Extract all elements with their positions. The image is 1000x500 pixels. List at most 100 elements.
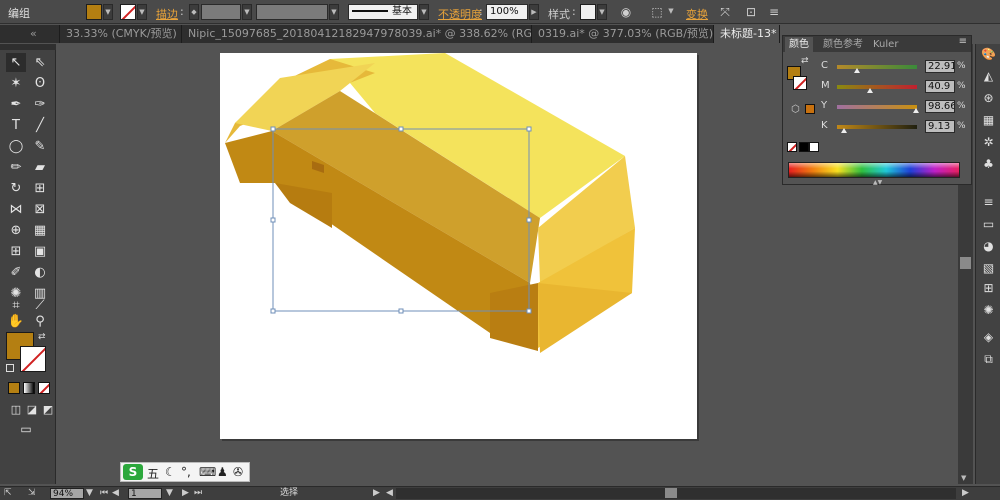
- vertical-scroll-thumb[interactable]: [960, 257, 971, 269]
- bbox-handle-e[interactable]: [526, 217, 532, 223]
- right-leg-side[interactable]: [538, 283, 632, 353]
- document-tab[interactable]: Nipic_15097685_20180412182947978039.ai* …: [182, 25, 532, 43]
- next-page-icon[interactable]: ▶: [182, 488, 189, 499]
- magenta-value-field[interactable]: 40.9: [925, 80, 955, 93]
- shape-builder-tool-icon[interactable]: ⊕: [6, 221, 26, 240]
- black-value-field[interactable]: 9.13: [925, 120, 955, 133]
- yellow-slider-thumb[interactable]: [913, 108, 919, 113]
- white-color-chip[interactable]: [809, 142, 819, 152]
- symbols-icon[interactable]: ♣: [980, 156, 997, 173]
- black-slider-thumb[interactable]: [841, 128, 847, 133]
- scroll-right-icon[interactable]: ▶: [962, 488, 969, 499]
- eraser-tool-icon[interactable]: ▰: [30, 158, 50, 177]
- none-color-chip[interactable]: [787, 142, 797, 152]
- gamut-swatch[interactable]: [805, 104, 815, 114]
- document-tab[interactable]: 0319.ai* @ 377.03% (RGB/预览)×: [532, 25, 714, 43]
- tools-panel-header[interactable]: [0, 44, 56, 50]
- magic-wand-tool-icon[interactable]: ✶: [6, 74, 26, 93]
- opacity-label[interactable]: 不透明度: [438, 6, 482, 22]
- recolor-artwork-icon[interactable]: ◉: [617, 4, 635, 20]
- ime-mode-label[interactable]: 五: [147, 465, 159, 482]
- color-panel-icon[interactable]: 🎨: [980, 46, 997, 63]
- draw-inside-icon[interactable]: ◩: [38, 400, 58, 419]
- half-width-icon[interactable]: ☾: [165, 465, 176, 479]
- page-dropdown[interactable]: ▼: [166, 488, 173, 499]
- eyedropper-tool-icon[interactable]: ✐: [6, 263, 26, 282]
- transform-label[interactable]: 变换: [686, 6, 708, 22]
- paintbrush-tool-icon[interactable]: ✎: [30, 137, 50, 156]
- transform-each-icon[interactable]: ⊡: [742, 4, 760, 20]
- color-guide-icon[interactable]: ◭: [980, 68, 997, 85]
- keyboard-icon[interactable]: ⌨: [199, 465, 216, 479]
- pencil-tool-icon[interactable]: ✏: [6, 158, 26, 177]
- color-mode-icon[interactable]: [8, 382, 20, 394]
- opacity-field[interactable]: 100%: [486, 4, 528, 20]
- last-page-icon[interactable]: ⏭: [194, 488, 202, 499]
- screen-mode-icon[interactable]: ▭: [16, 420, 36, 439]
- graphic-style-swatch[interactable]: [580, 4, 596, 20]
- direct-selection-tool-icon[interactable]: ⇖: [30, 53, 50, 72]
- pen-tool-icon[interactable]: ✒: [6, 95, 26, 114]
- status-menu-arrow[interactable]: ▶: [373, 488, 380, 499]
- swatches-icon[interactable]: ▦: [980, 112, 997, 129]
- cyan-value-field[interactable]: 22.91: [925, 60, 955, 73]
- lasso-tool-icon[interactable]: ʘ: [30, 74, 50, 93]
- prev-page-icon[interactable]: ◀: [112, 488, 119, 499]
- bbox-handle-w[interactable]: [270, 217, 276, 223]
- free-transform-tool-icon[interactable]: ⊠: [30, 200, 50, 219]
- bbox-handle-s[interactable]: [398, 308, 404, 314]
- zoom-dropdown[interactable]: ▼: [86, 488, 93, 499]
- blend-tool-icon[interactable]: ◐: [30, 263, 50, 282]
- align-panel-icon[interactable]: ⊞: [980, 280, 997, 297]
- document-tab-active[interactable]: 未标题-13* @ 94% (CMYK/预览): [714, 25, 780, 43]
- fill-swatch[interactable]: [86, 4, 102, 20]
- stroke-weight-dropdown[interactable]: ▼: [242, 4, 252, 20]
- bbox-handle-se[interactable]: [526, 308, 532, 314]
- stroke-swatch[interactable]: [793, 76, 807, 90]
- artboard[interactable]: [220, 53, 697, 439]
- tab-color-guide[interactable]: 颜色参考: [819, 37, 867, 52]
- bbox-handle-nw[interactable]: [270, 126, 276, 132]
- stroke-swatch[interactable]: [120, 4, 136, 20]
- align-options-icon[interactable]: ⬚: [648, 4, 666, 20]
- wrench-icon[interactable]: ✇: [233, 465, 243, 479]
- black-color-chip[interactable]: [799, 142, 809, 152]
- out-of-gamut-icon[interactable]: ⬡: [791, 104, 800, 115]
- swap-fill-stroke-icon[interactable]: ⇄: [38, 332, 46, 342]
- scroll-down-icon[interactable]: ▼: [961, 474, 966, 482]
- cyan-slider-track[interactable]: [837, 65, 917, 69]
- tab-overflow[interactable]: «: [0, 25, 60, 43]
- tab-color[interactable]: 颜色: [785, 37, 813, 52]
- scale-tool-icon[interactable]: ⊞: [30, 179, 50, 198]
- color-spectrum-bar[interactable]: [788, 162, 960, 178]
- page-field[interactable]: 1: [128, 488, 162, 499]
- stroke-label[interactable]: 描边: [156, 6, 178, 22]
- type-tool-icon[interactable]: T: [6, 116, 26, 135]
- graphic-style-dropdown[interactable]: ▼: [597, 4, 607, 20]
- selection-tool-icon[interactable]: ↖: [6, 53, 26, 72]
- mesh-tool-icon[interactable]: ⊞: [6, 242, 26, 261]
- export-icon[interactable]: ⇲: [28, 488, 36, 499]
- zoom-tool-icon[interactable]: ⚲: [30, 312, 50, 331]
- ime-logo[interactable]: S: [123, 464, 143, 480]
- tab-kuler[interactable]: Kuler: [869, 37, 902, 52]
- layers-icon[interactable]: ◈: [980, 329, 997, 346]
- brush-dropdown[interactable]: ▼: [419, 4, 429, 20]
- graphic-styles-icon[interactable]: ▧: [980, 260, 997, 277]
- curvature-tool-icon[interactable]: ✑: [30, 95, 50, 114]
- bbox-handle-ne[interactable]: [526, 126, 532, 132]
- opacity-dropdown[interactable]: ▶: [529, 4, 539, 20]
- stroke-weight-stepper[interactable]: ◆: [189, 4, 199, 20]
- first-page-icon[interactable]: ⏮: [100, 488, 108, 499]
- align-dropdown[interactable]: ▼: [666, 4, 676, 20]
- stroke-dropdown-arrow[interactable]: ▼: [137, 4, 147, 20]
- rotate-tool-icon[interactable]: ↻: [6, 179, 26, 198]
- line-tool-icon[interactable]: ╱: [30, 116, 50, 135]
- horizontal-scroll-thumb[interactable]: [665, 488, 677, 498]
- profile-dropdown[interactable]: ▼: [329, 4, 339, 20]
- cyan-slider-thumb[interactable]: [854, 68, 860, 73]
- scroll-left-icon[interactable]: ◀: [386, 488, 393, 499]
- appearance-icon[interactable]: ⊛: [980, 90, 997, 107]
- yellow-slider-track[interactable]: [837, 105, 917, 109]
- yellow-value-field[interactable]: 98.66: [925, 100, 955, 113]
